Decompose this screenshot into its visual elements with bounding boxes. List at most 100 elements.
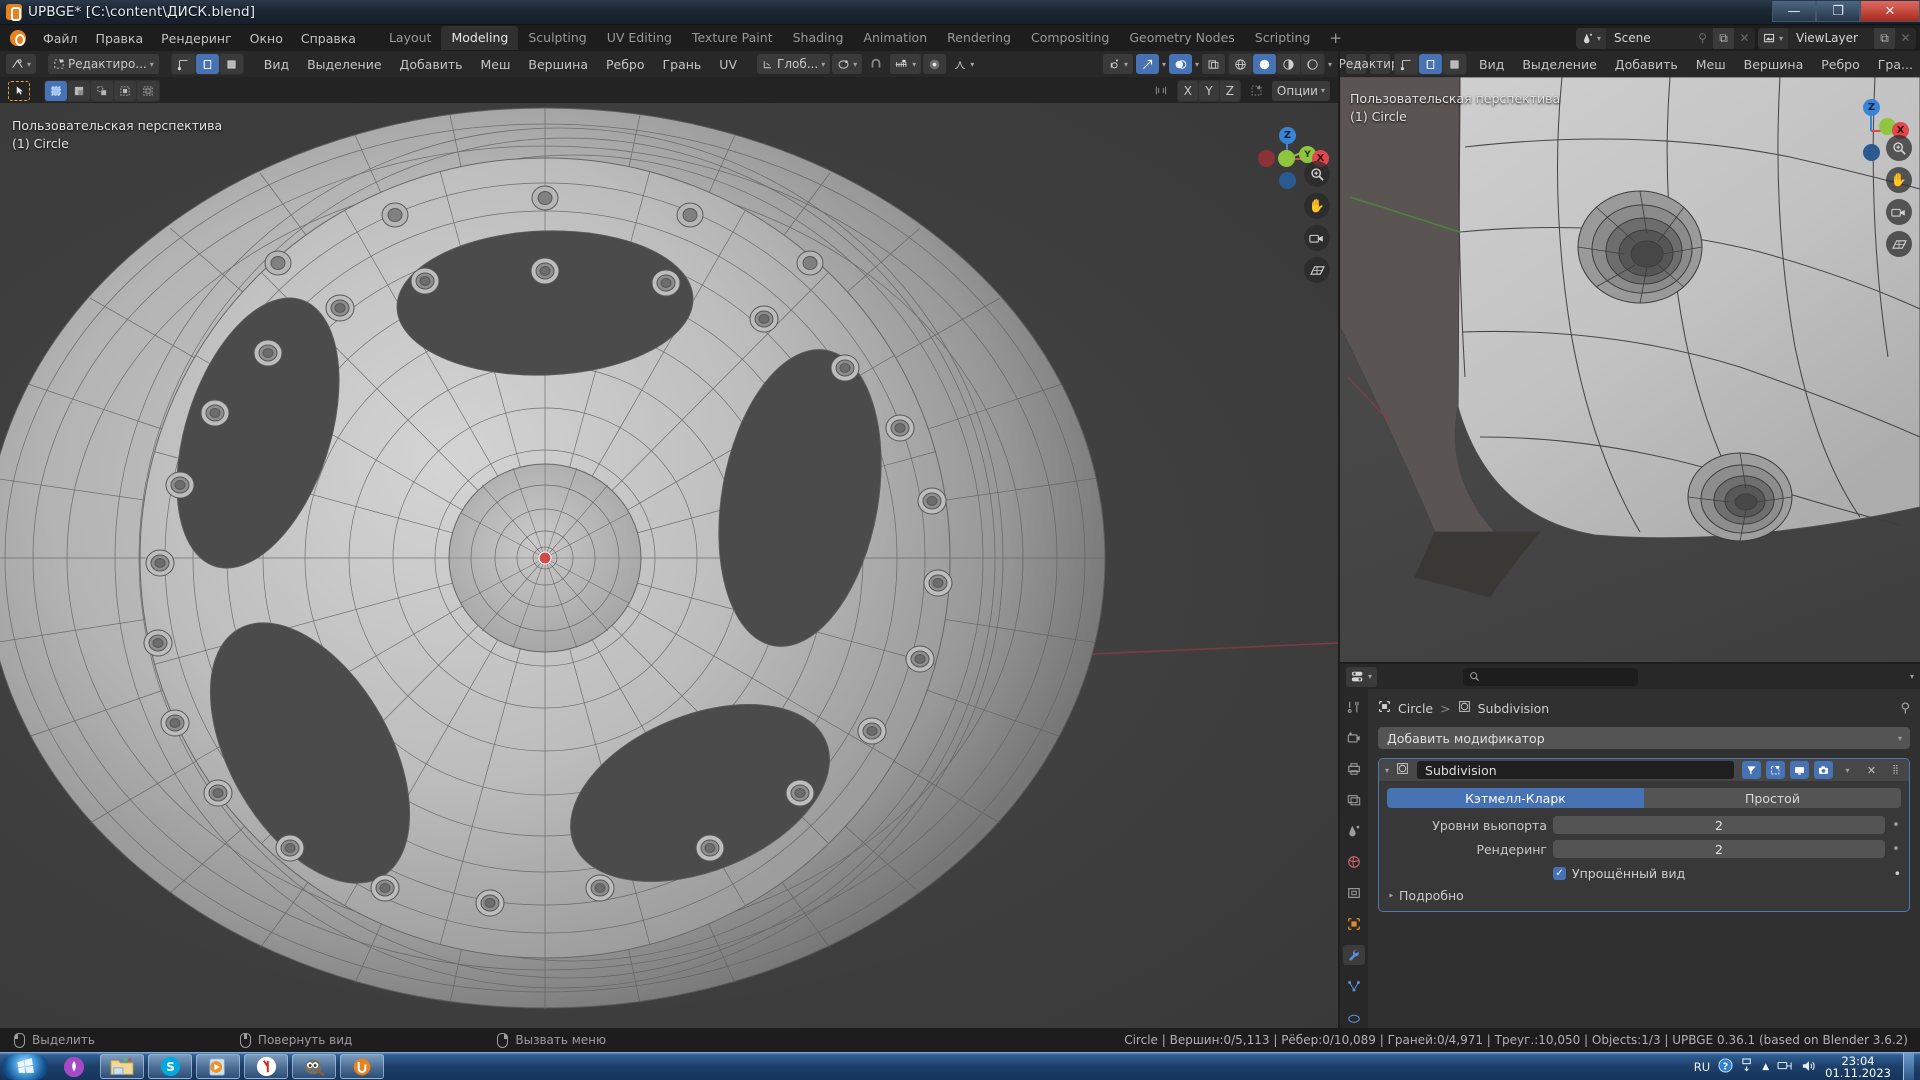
menu-uv[interactable]: UV [711, 55, 745, 74]
xray-toggle-button[interactable] [1201, 54, 1225, 74]
menu-add[interactable]: Добавить [392, 55, 471, 74]
menu-help[interactable]: Справка [292, 28, 365, 49]
tab-geometry-nodes[interactable]: Geometry Nodes [1119, 26, 1244, 50]
show-hidden-icons-button[interactable]: ▲ [1762, 1062, 1769, 1072]
select-box-button[interactable] [45, 80, 67, 101]
right-menu-mesh[interactable]: Меш [1688, 55, 1734, 74]
edge-select-button[interactable] [195, 54, 219, 74]
pivot-point-selector[interactable]: ▾ [832, 54, 863, 74]
tab-modeling[interactable]: Modeling [441, 26, 519, 50]
right-menu-add[interactable]: Добавить [1607, 55, 1686, 74]
clock[interactable]: 23:04 01.11.2023 [1825, 1055, 1891, 1079]
modifier-name-field[interactable]: Subdivision [1417, 761, 1734, 779]
tab-object-icon[interactable] [1343, 914, 1365, 934]
media-player-icon[interactable] [196, 1054, 240, 1079]
right-gizmo-z-axis[interactable]: Z [1863, 99, 1880, 116]
viewport-levels-animate-dot[interactable]: • [1891, 818, 1901, 833]
menu-edit[interactable]: Правка [87, 28, 153, 49]
right-menu-face[interactable]: Гра... [1870, 55, 1920, 74]
new-scene-button[interactable]: ⧉ [1712, 27, 1734, 49]
help-icon[interactable]: ? [1718, 1058, 1733, 1076]
right-vertex-select-button[interactable] [1395, 54, 1418, 74]
tab-output-icon[interactable] [1343, 759, 1365, 779]
wireframe-shading-button[interactable] [1228, 54, 1252, 74]
snap-target-selector[interactable]: ▾ [890, 54, 922, 74]
upbge-icon[interactable] [340, 1054, 384, 1079]
action-center-icon[interactable] [1741, 1058, 1754, 1076]
right-mode-selector[interactable]: Редактиро...▾ [1340, 54, 1424, 74]
volume-icon[interactable] [1801, 1059, 1817, 1076]
left-3d-viewport[interactable]: Пользовательская перспектива (1) Circle … [0, 103, 1338, 1028]
tab-texture-paint[interactable]: Texture Paint [682, 26, 783, 50]
viewport-levels-input[interactable]: 2 [1553, 816, 1885, 834]
scene-name[interactable]: Scene [1606, 28, 1692, 49]
tab-animation[interactable]: Animation [853, 26, 937, 50]
yandex-browser-icon[interactable] [244, 1054, 288, 1079]
face-select-button[interactable] [219, 54, 243, 74]
right-face-select-button[interactable] [1443, 54, 1466, 74]
tab-collection-icon[interactable] [1343, 883, 1365, 903]
tab-particles-icon[interactable] [1343, 976, 1365, 996]
tab-sculpting[interactable]: Sculpting [518, 26, 596, 50]
tab-world-icon[interactable] [1343, 852, 1365, 872]
remove-viewlayer-button[interactable]: ✕ [1895, 27, 1916, 49]
menu-view[interactable]: Вид [256, 55, 297, 74]
menu-file[interactable]: Файл [34, 28, 87, 49]
select-extend-button[interactable] [114, 80, 136, 101]
viewlayer-name[interactable]: ViewLayer [1788, 28, 1874, 49]
mirror-x-button[interactable]: X [1177, 80, 1198, 101]
network-icon[interactable] [1777, 1059, 1793, 1076]
tab-layout[interactable]: Layout [379, 26, 442, 50]
mode-selector[interactable]: Редактиро... ▾ [48, 54, 159, 74]
simple-button[interactable]: Простой [1644, 788, 1901, 808]
solid-shading-button[interactable] [1252, 54, 1276, 74]
ortho-persp-icon[interactable] [1304, 257, 1330, 283]
blender-logo-icon[interactable] [10, 30, 26, 46]
right-menu-vertex[interactable]: Вершина [1736, 55, 1812, 74]
pin-icon[interactable]: ⚲ [1691, 27, 1713, 49]
render-levels-input[interactable]: 2 [1553, 840, 1885, 858]
right-menu-view[interactable]: Вид [1471, 55, 1512, 74]
tab-uv-editing[interactable]: UV Editing [597, 26, 682, 50]
maximize-button[interactable]: ❐ [1816, 1, 1860, 22]
select-difference-button[interactable] [137, 80, 159, 101]
modifier-expand-icon[interactable]: ▾ [1383, 766, 1391, 775]
tab-scripting[interactable]: Scripting [1245, 26, 1321, 50]
properties-options-chevron[interactable]: ▾ [1910, 672, 1914, 681]
ubuntu-icon[interactable] [52, 1054, 96, 1079]
transform-orientation-selector[interactable]: Глоб... ▾ [757, 54, 831, 74]
unlink-scene-button[interactable]: ✕ [1733, 27, 1755, 49]
minimize-button[interactable]: — [1772, 1, 1816, 22]
right-menu-select[interactable]: Выделение [1514, 55, 1604, 74]
modifier-drag-handle[interactable]: ⣿ [1886, 761, 1905, 779]
tab-compositing[interactable]: Compositing [1021, 26, 1119, 50]
visibility-selector[interactable]: ▾ [1102, 54, 1133, 74]
edit-mode-icon[interactable] [1766, 761, 1785, 779]
pan-icon[interactable]: ✋ [1304, 193, 1330, 219]
show-desktop-button[interactable] [1903, 1053, 1914, 1080]
menu-face[interactable]: Грань [655, 55, 710, 74]
pin-icon[interactable]: ⚲ [1900, 701, 1910, 716]
editor-type-button[interactable]: ▾ [6, 54, 37, 74]
add-modifier-button[interactable]: Добавить модификатор ▾ [1378, 727, 1910, 749]
right-menu-edge[interactable]: Ребро [1813, 55, 1868, 74]
skype-icon[interactable]: S [148, 1054, 192, 1079]
gizmo-toggle-button[interactable] [1135, 54, 1159, 74]
file-explorer-icon[interactable] [100, 1054, 144, 1079]
select-lasso-button[interactable] [91, 80, 113, 101]
zoom-icon[interactable] [1304, 161, 1330, 187]
tab-modifiers-icon[interactable] [1343, 945, 1365, 965]
right-edge-select-button[interactable] [1419, 54, 1442, 74]
modifier-extras-icon[interactable]: ▾ [1838, 761, 1857, 779]
proportional-edit-button[interactable] [923, 54, 947, 74]
add-workspace-button[interactable]: + [1320, 27, 1351, 49]
right-3d-viewport[interactable]: Пользовательская перспектива (1) Circle … [1340, 77, 1920, 662]
new-viewlayer-button[interactable]: ⧉ [1874, 27, 1895, 49]
camera-icon[interactable] [1304, 225, 1330, 251]
close-button[interactable]: ✕ [1860, 1, 1920, 22]
options-dropdown[interactable]: Опции ▾ [1271, 80, 1330, 101]
optimal-display-checkbox[interactable]: ✓ [1553, 866, 1566, 880]
breadcrumb-modifier-name[interactable]: Subdivision [1478, 701, 1550, 716]
properties-search-input[interactable] [1463, 667, 1639, 686]
mirror-z-button[interactable]: Z [1219, 80, 1240, 101]
